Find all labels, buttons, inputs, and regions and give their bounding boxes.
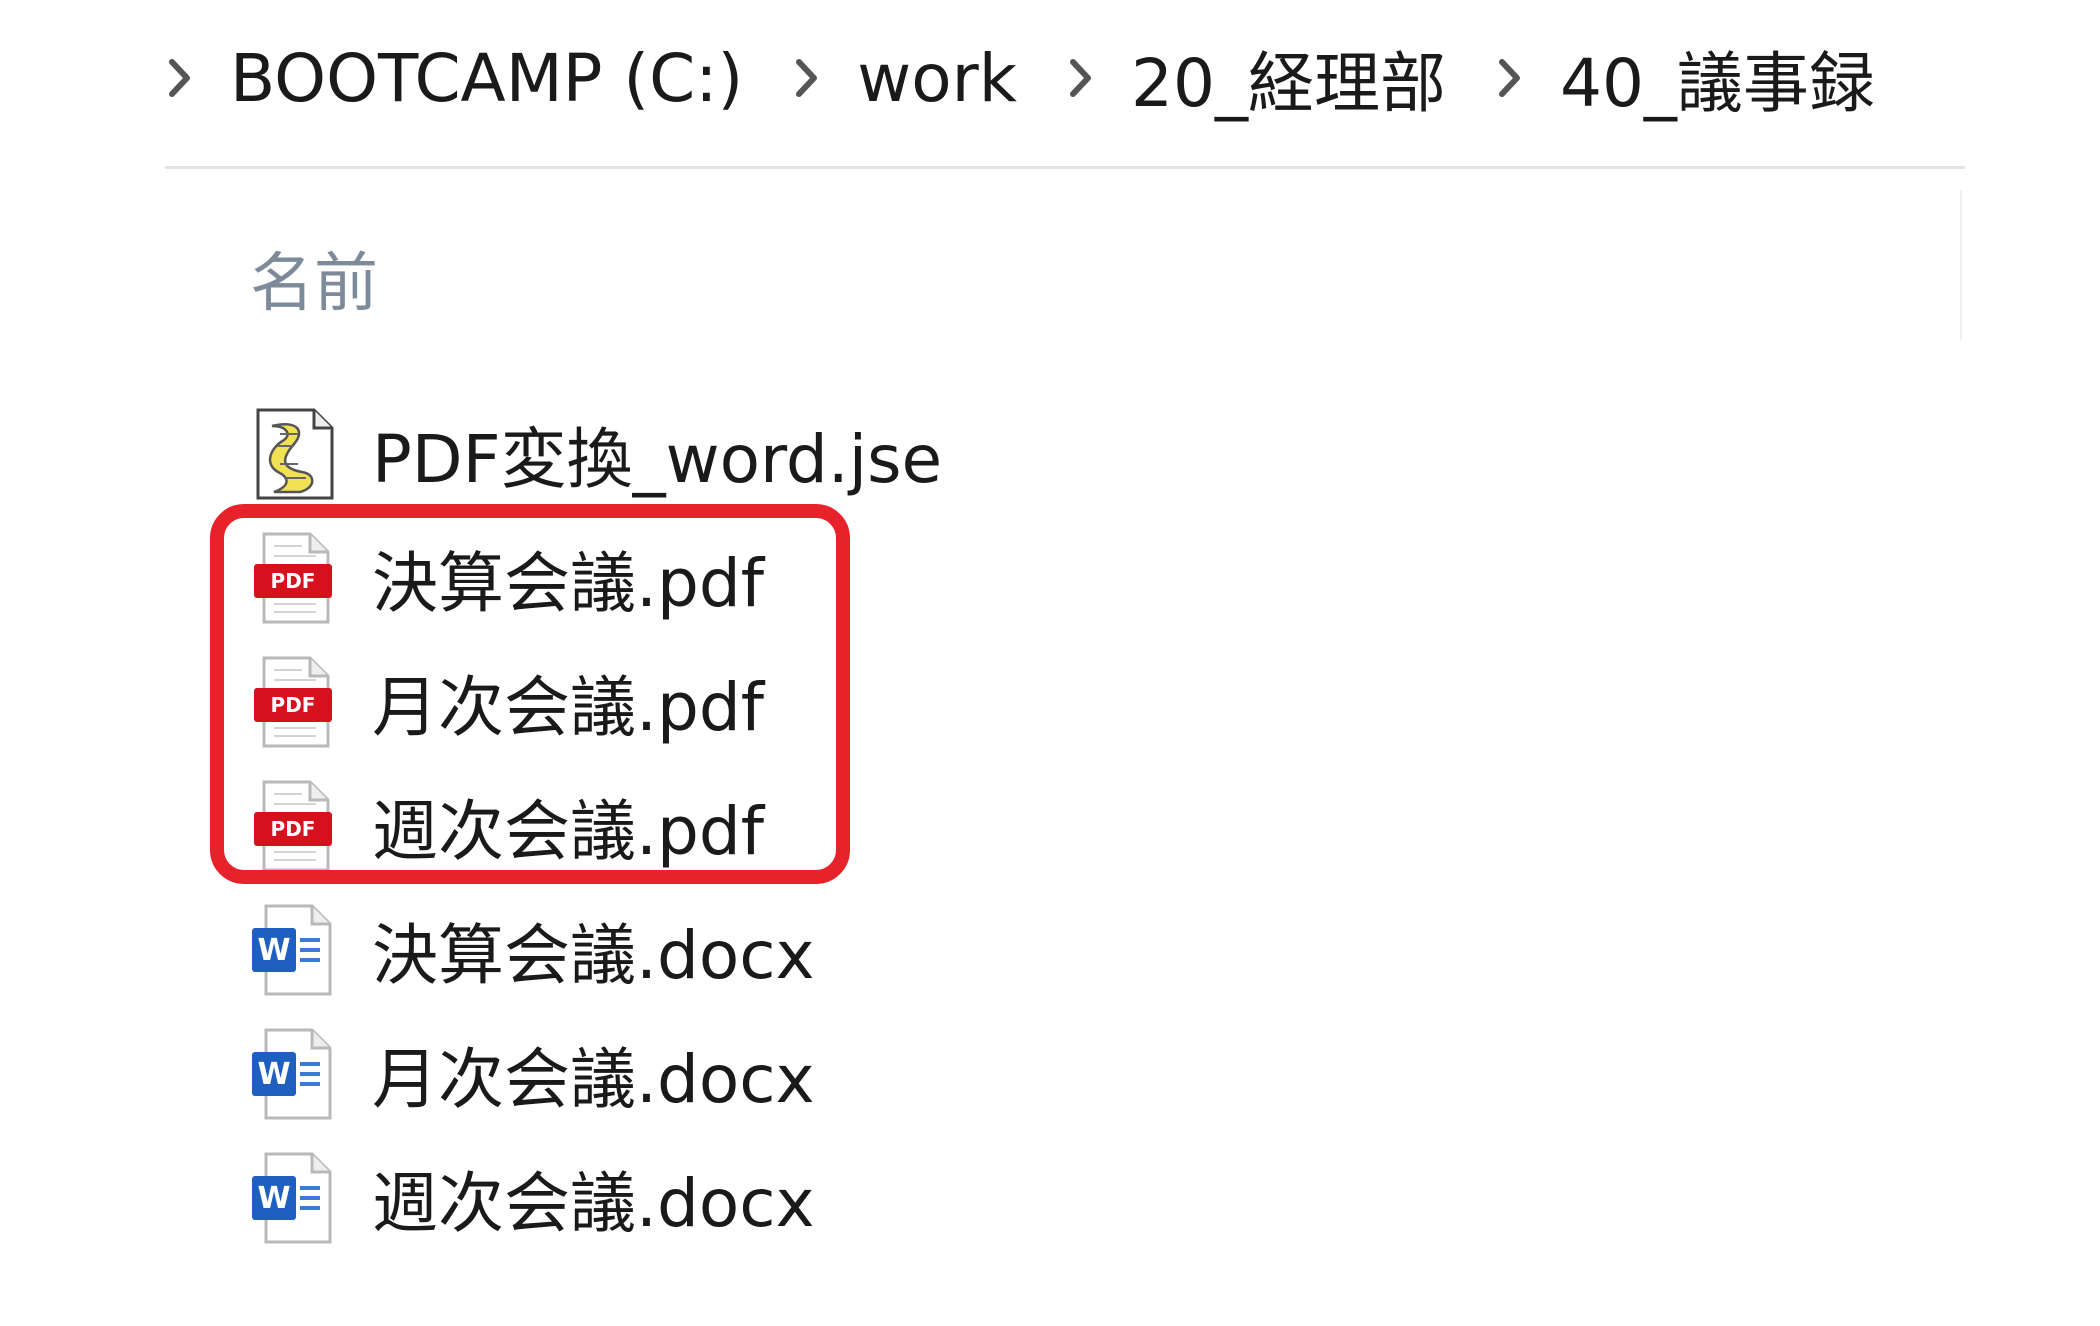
column-header-name[interactable]: 名前 — [250, 232, 378, 324]
svg-text:W: W — [257, 1181, 290, 1216]
file-name: 決算会議.docx — [372, 917, 815, 994]
breadcrumb: BOOTCAMP (C:) work 20_経理部 40_議事録 — [160, 28, 1919, 128]
list-item[interactable]: PDF 決算会議.pdf — [250, 516, 1450, 640]
list-item[interactable]: W 月次会議.docx — [250, 1012, 1450, 1136]
chevron-right-icon[interactable] — [1490, 48, 1530, 108]
list-item[interactable]: W 決算会議.docx — [250, 888, 1450, 1012]
file-explorer-window: BOOTCAMP (C:) work 20_経理部 40_議事録 名前 PDF変… — [0, 0, 2100, 1326]
word-file-icon: W — [250, 902, 340, 998]
word-file-icon: W — [250, 1150, 340, 1246]
svg-text:PDF: PDF — [271, 569, 316, 593]
breadcrumb-item-drive[interactable]: BOOTCAMP (C:) — [230, 40, 743, 117]
file-name: 月次会議.pdf — [372, 669, 765, 746]
chevron-right-icon[interactable] — [160, 48, 200, 108]
file-name: 月次会議.docx — [372, 1041, 815, 1118]
file-name: 週次会議.docx — [372, 1165, 815, 1242]
svg-text:W: W — [257, 1057, 290, 1092]
svg-text:PDF: PDF — [271, 817, 316, 841]
file-name: 週次会議.pdf — [372, 793, 765, 870]
breadcrumb-divider — [165, 166, 1965, 169]
chevron-right-icon[interactable] — [787, 48, 827, 108]
pdf-file-icon: PDF — [250, 654, 340, 750]
svg-text:W: W — [257, 933, 290, 968]
file-name: 決算会議.pdf — [372, 545, 765, 622]
word-file-icon: W — [250, 1026, 340, 1122]
file-list: PDF変換_word.jse PDF 決算会議.pdf PDF 月次会議.pdf… — [250, 392, 1450, 1260]
breadcrumb-item-minutes[interactable]: 40_議事録 — [1560, 30, 1875, 126]
pdf-file-icon: PDF — [250, 778, 340, 874]
list-item[interactable]: PDF 週次会議.pdf — [250, 764, 1450, 888]
svg-text:PDF: PDF — [271, 693, 316, 717]
list-item[interactable]: PDF 月次会議.pdf — [250, 640, 1450, 764]
list-item[interactable]: W 週次会議.docx — [250, 1136, 1450, 1260]
chevron-right-icon[interactable] — [1061, 48, 1101, 108]
list-item[interactable]: PDF変換_word.jse — [250, 392, 1450, 516]
script-file-icon — [250, 406, 340, 502]
breadcrumb-item-work[interactable]: work — [857, 40, 1017, 117]
file-name: PDF変換_word.jse — [372, 421, 943, 498]
breadcrumb-item-accounting[interactable]: 20_経理部 — [1131, 30, 1446, 126]
column-divider[interactable] — [1960, 190, 1962, 340]
pdf-file-icon: PDF — [250, 530, 340, 626]
